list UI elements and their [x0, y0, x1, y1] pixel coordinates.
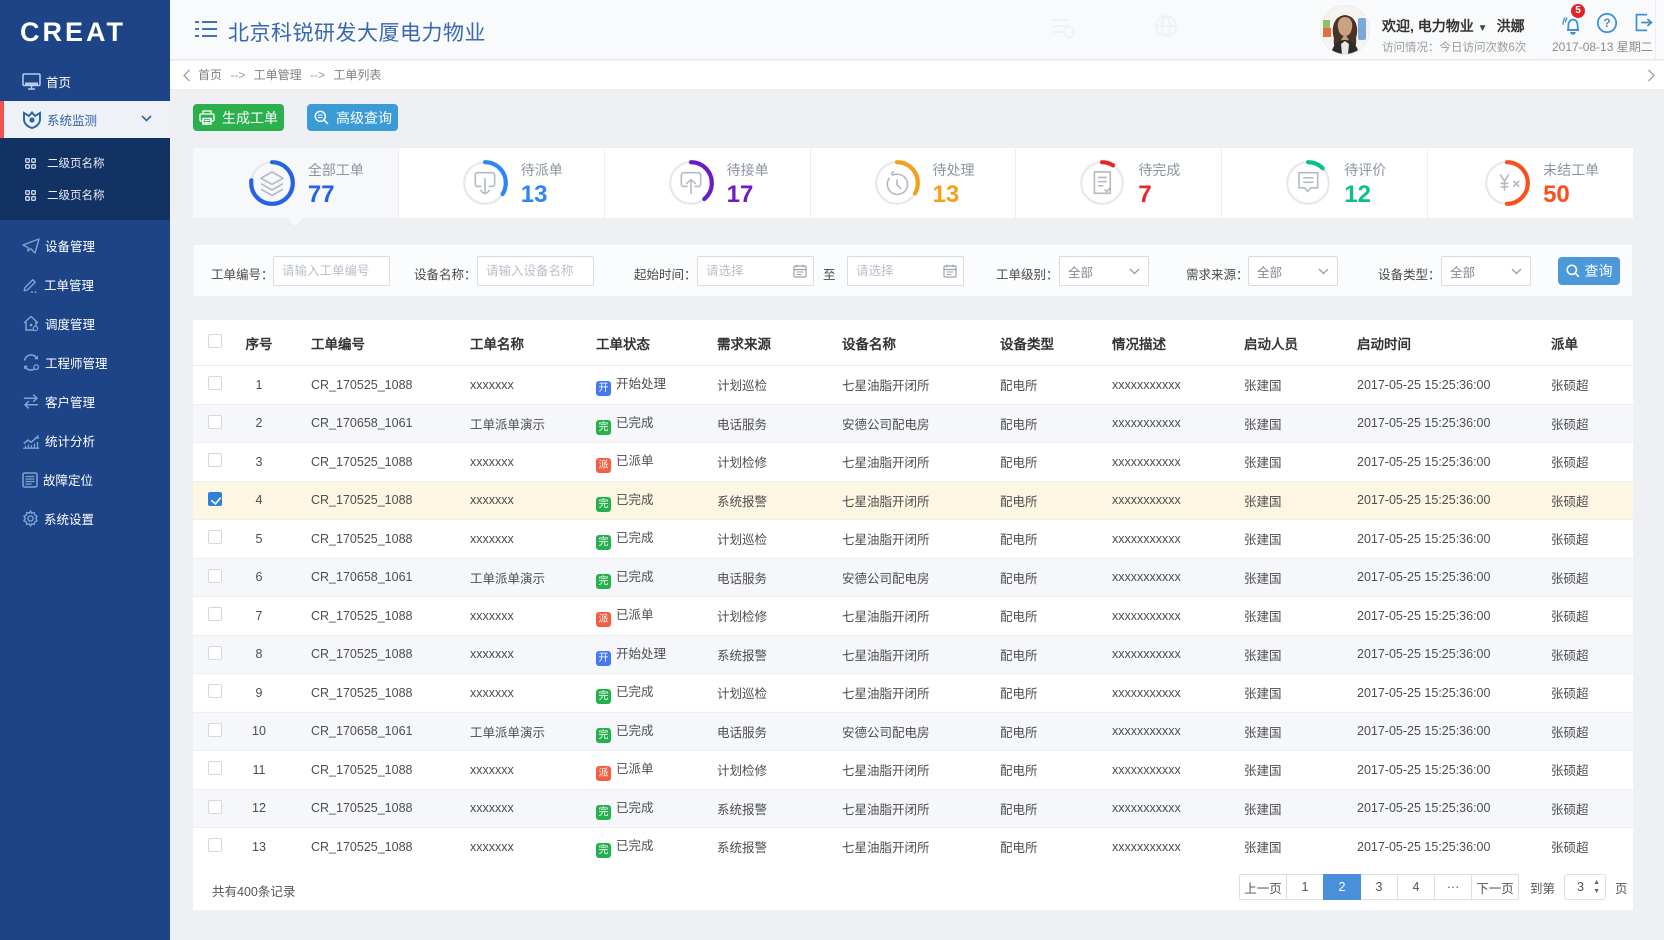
svg-text:?: ?	[1603, 16, 1610, 30]
